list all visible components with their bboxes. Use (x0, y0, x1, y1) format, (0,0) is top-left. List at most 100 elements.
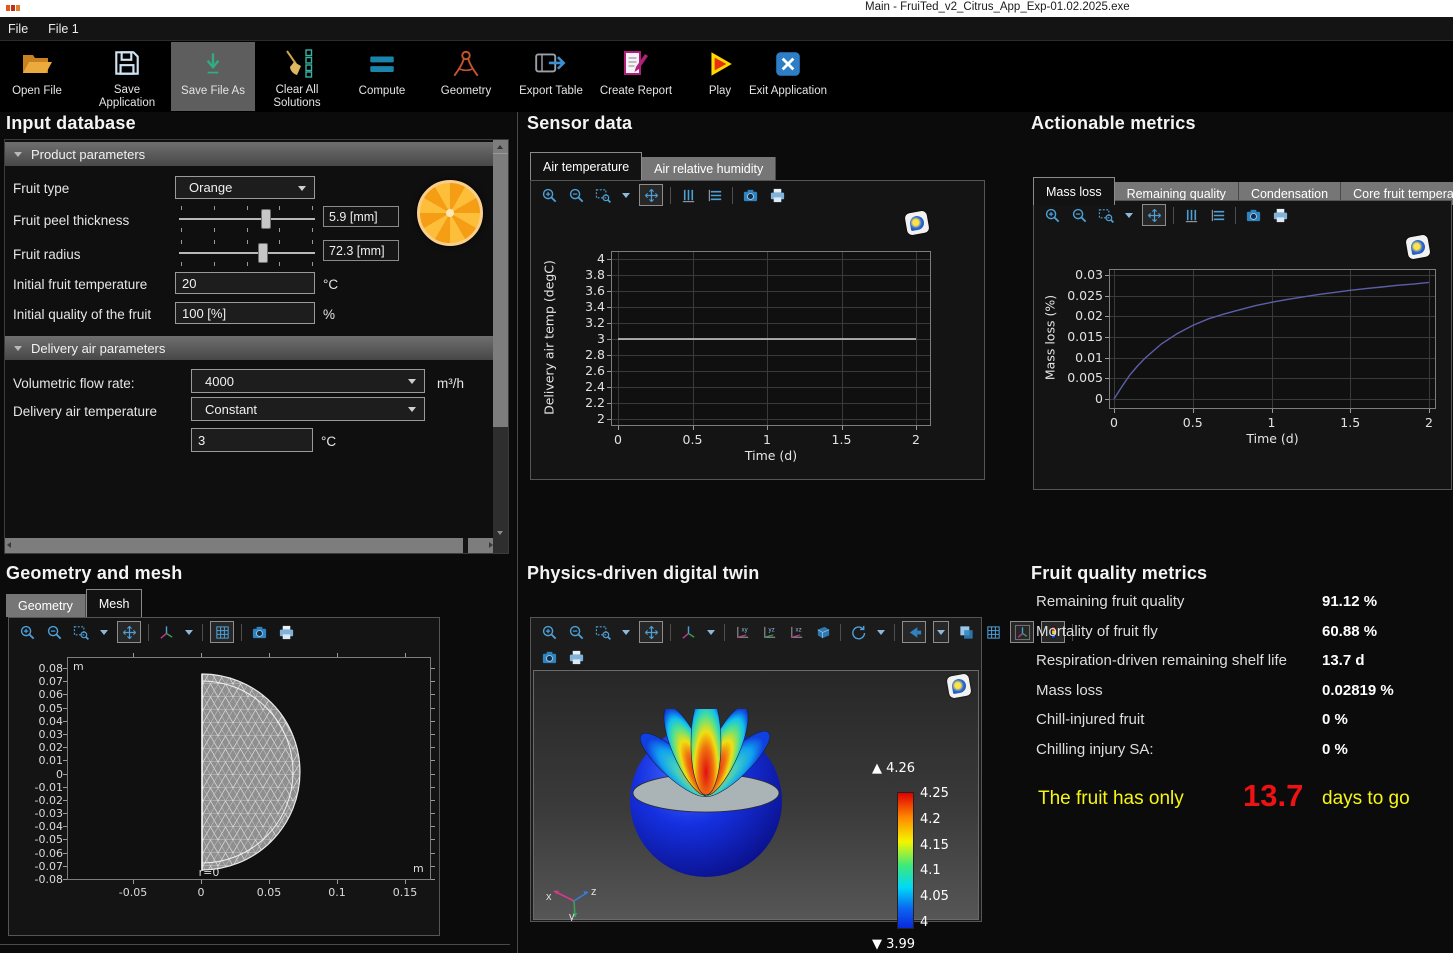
zoom-in-icon[interactable] (17, 622, 37, 642)
zoom-out-icon[interactable] (566, 185, 586, 205)
dropdown-caret-icon[interactable] (1123, 205, 1135, 225)
dropdown-caret-icon[interactable] (705, 622, 717, 642)
x-axis-extents-icon[interactable] (1208, 205, 1228, 225)
transparency-icon[interactable] (956, 622, 976, 642)
zoom-in-icon[interactable] (1042, 205, 1062, 225)
zoom-extents-icon[interactable] (1142, 204, 1166, 226)
dropdown-caret-icon[interactable] (98, 622, 110, 642)
product-parameters-header[interactable]: Product parameters (5, 142, 493, 166)
toolbar-button-geometry[interactable]: Geometry (424, 42, 508, 111)
y-axis-extents-icon[interactable] (678, 185, 698, 205)
slider-handle[interactable] (261, 209, 271, 229)
tab-mesh[interactable]: Mesh (86, 589, 143, 617)
tab-air-relative-humidity[interactable]: Air relative humidity (642, 157, 776, 180)
toolbar-button-open-file[interactable]: Open File (0, 42, 79, 111)
zoom-out-icon[interactable] (44, 622, 64, 642)
toolbar-button-export-table[interactable]: Export Table (509, 42, 593, 111)
fruit-peel-thickness-value[interactable]: 5.9 [mm] (323, 206, 399, 227)
dropdown-caret-icon[interactable] (183, 622, 195, 642)
camera-icon[interactable] (539, 647, 559, 667)
zoom-box-icon[interactable] (593, 185, 613, 205)
separator (1173, 207, 1174, 224)
zoom-box-icon[interactable] (1096, 205, 1116, 225)
grid-icon[interactable] (983, 622, 1003, 642)
tick (63, 668, 67, 669)
volumetric-flow-rate-dropdown[interactable]: 4000 (191, 369, 425, 393)
initial-quality-input[interactable] (175, 302, 315, 324)
tickmark (767, 426, 768, 430)
toolbar-button-save-file-as[interactable]: Save File As (171, 42, 255, 111)
menu-file[interactable]: File (8, 22, 28, 36)
x-tick-label: 1.5 (817, 432, 867, 447)
y-axis-extents-icon[interactable] (1181, 205, 1201, 225)
tab-mass-loss[interactable]: Mass loss (1033, 177, 1115, 205)
grid-icon[interactable] (210, 621, 234, 643)
scroll-left-arrow[interactable] (7, 542, 11, 548)
delivery-air-temperature-dropdown[interactable]: Constant (191, 397, 425, 421)
zoom-box-icon[interactable] (593, 622, 613, 642)
zoom-out-icon[interactable] (566, 622, 586, 642)
camera-icon[interactable] (1243, 205, 1263, 225)
scroll-thumb[interactable] (463, 538, 468, 553)
chart-series (1109, 269, 1436, 409)
scene-light-icon[interactable] (902, 621, 926, 643)
toolbar-button-create-report[interactable]: Create Report (594, 42, 678, 111)
print-icon[interactable] (566, 647, 586, 667)
rotate-icon[interactable] (848, 622, 868, 642)
tab-geometry[interactable]: Geometry (6, 594, 86, 617)
axis-box-icon[interactable] (1010, 621, 1034, 643)
dropdown-caret-icon[interactable] (620, 185, 632, 205)
fruit-peel-thickness-slider[interactable] (179, 202, 315, 236)
zoom-extents-icon[interactable] (639, 184, 663, 206)
fruit-quality-heading: Fruit quality metrics (1031, 563, 1207, 584)
view-xy-icon[interactable]: xy (732, 622, 752, 642)
fruit-radius-value[interactable]: 72.3 [mm] (323, 240, 399, 261)
collapse-triangle-icon (14, 346, 22, 351)
dropdown-caret-icon[interactable] (933, 621, 949, 643)
menu-file-1[interactable]: File 1 (48, 22, 79, 36)
constant-temperature-input[interactable] (191, 428, 313, 452)
geometry-mesh-heading: Geometry and mesh (6, 563, 182, 584)
zoom-in-icon[interactable] (539, 185, 559, 205)
x-axis-extents-icon[interactable] (705, 185, 725, 205)
toolbar-button-exit-application[interactable]: Exit Application (746, 42, 830, 111)
toolbar-button-save-application[interactable]: Save Application (85, 42, 169, 111)
dropdown-caret-icon[interactable] (620, 622, 632, 642)
separator (724, 624, 725, 641)
initial-fruit-temperature-input[interactable] (175, 272, 315, 294)
slider-handle[interactable] (258, 243, 268, 263)
zoom-box-icon[interactable] (71, 622, 91, 642)
axis-triad-icon[interactable] (678, 622, 698, 642)
camera-icon[interactable] (249, 622, 269, 642)
toolbar-button-clear-all-solutions[interactable]: Clear All Solutions (255, 42, 339, 111)
print-icon[interactable] (1270, 205, 1290, 225)
scroll-thumb[interactable] (493, 153, 508, 427)
horizontal-scrollbar[interactable] (5, 538, 495, 553)
zoom-extents-icon[interactable] (117, 621, 141, 643)
digital-twin-panel: xyyzxz (530, 617, 982, 922)
perspective-icon[interactable] (813, 622, 833, 642)
print-icon[interactable] (767, 185, 787, 205)
fruit-type-dropdown[interactable]: Orange (175, 176, 315, 199)
tick (63, 760, 67, 761)
zoom-out-icon[interactable] (1069, 205, 1089, 225)
twin-toolbar-row1: xyyzxz (535, 620, 1077, 644)
view-xz-icon[interactable]: xz (786, 622, 806, 642)
zoom-in-icon[interactable] (539, 622, 559, 642)
scroll-up-arrow[interactable] (493, 140, 508, 153)
fruit-radius-slider[interactable] (179, 236, 315, 270)
tick (63, 800, 67, 801)
legend-tick-label: 4.15 (920, 838, 949, 853)
sensor-data-heading: Sensor data (527, 113, 632, 134)
print-icon[interactable] (276, 622, 296, 642)
camera-icon[interactable] (740, 185, 760, 205)
3d-view[interactable]: ▲ 4.26 ▼ 3.99 4.254.24.154.14.054 x z y (533, 670, 979, 920)
toolbar-button-compute[interactable]: Compute (340, 42, 424, 111)
delivery-air-parameters-header[interactable]: Delivery air parameters (5, 336, 493, 360)
vertical-scrollbar[interactable] (493, 140, 508, 539)
zoom-extents-icon[interactable] (639, 621, 663, 643)
dropdown-caret-icon[interactable] (875, 622, 887, 642)
axis-triad-icon[interactable] (156, 622, 176, 642)
tab-air-temperature[interactable]: Air temperature (530, 152, 642, 180)
view-yz-icon[interactable]: yz (759, 622, 779, 642)
